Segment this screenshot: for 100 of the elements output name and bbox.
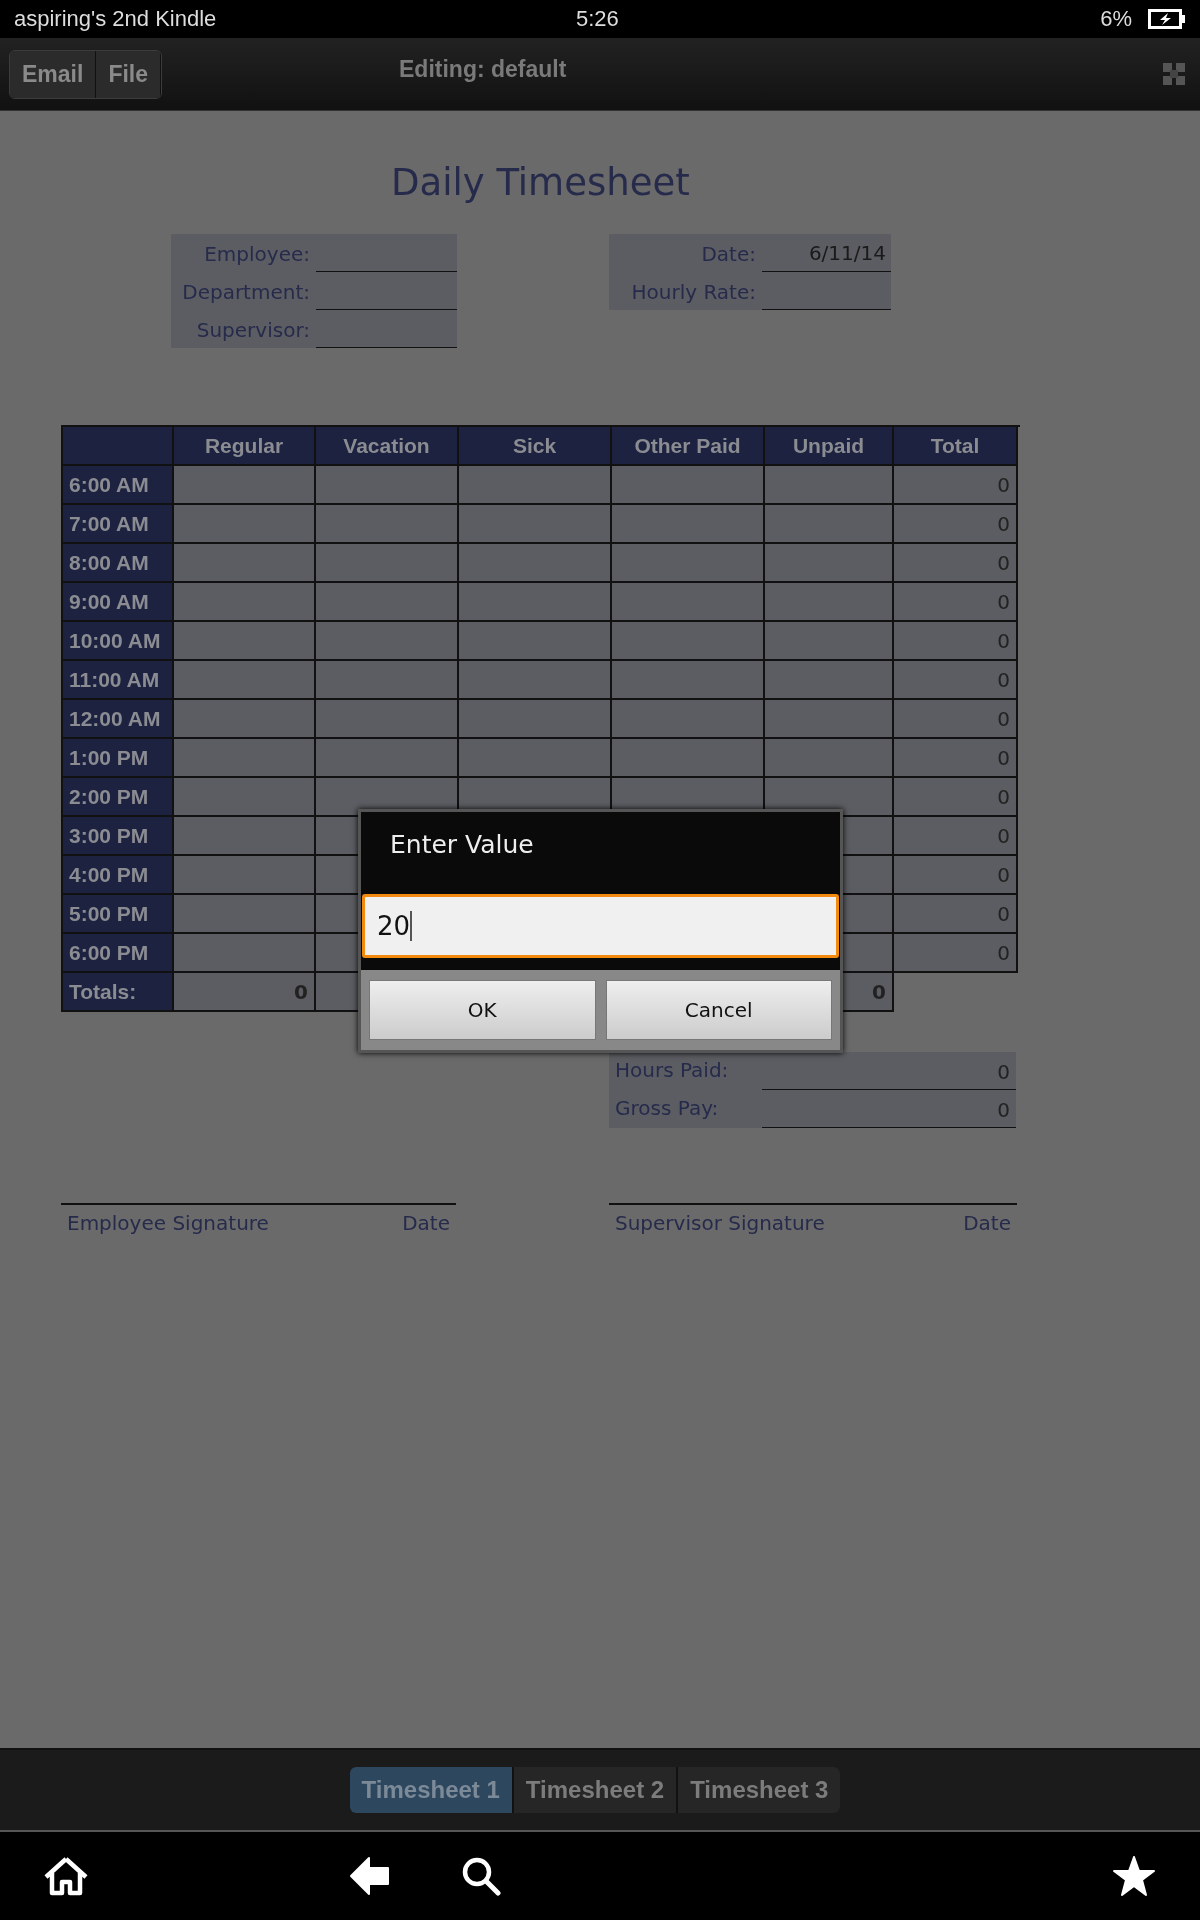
- row-header: 5:00 PM: [63, 895, 174, 934]
- sheet-tab[interactable]: Timesheet 3: [678, 1767, 841, 1813]
- row-header: 12:00 AM: [63, 700, 174, 739]
- column-header: Unpaid: [765, 427, 894, 466]
- row-header: 8:00 AM: [63, 544, 174, 583]
- column-header: Regular: [174, 427, 316, 466]
- date-label: Date: [963, 1211, 1011, 1235]
- table-cell[interactable]: [459, 544, 612, 583]
- table-cell[interactable]: [612, 700, 765, 739]
- table-cell[interactable]: [612, 583, 765, 622]
- table-cell[interactable]: [174, 544, 316, 583]
- table-cell: 0: [894, 466, 1018, 505]
- table-cell[interactable]: [459, 583, 612, 622]
- row-header: 9:00 AM: [63, 583, 174, 622]
- table-cell[interactable]: [459, 661, 612, 700]
- table-cell: 0: [894, 661, 1018, 700]
- row-header: 11:00 AM: [63, 661, 174, 700]
- table-cell[interactable]: [174, 466, 316, 505]
- table-cell: 0: [894, 739, 1018, 778]
- row-header: 1:00 PM: [63, 739, 174, 778]
- table-cell[interactable]: [174, 583, 316, 622]
- row-header: 7:00 AM: [63, 505, 174, 544]
- table-cell[interactable]: [174, 700, 316, 739]
- row-header: 10:00 AM: [63, 622, 174, 661]
- table-cell[interactable]: [765, 739, 894, 778]
- star-icon[interactable]: [1113, 1856, 1155, 1896]
- row-header: 4:00 PM: [63, 856, 174, 895]
- table-cell: 0: [894, 856, 1018, 895]
- table-cell: 0: [894, 622, 1018, 661]
- clock: 5:26: [576, 6, 619, 32]
- table-cell[interactable]: [459, 466, 612, 505]
- table-cell[interactable]: [459, 505, 612, 544]
- grid-icon[interactable]: [1162, 62, 1186, 86]
- battery-icon: [1148, 9, 1186, 29]
- table-cell[interactable]: [316, 739, 459, 778]
- device-name: aspiring's 2nd Kindle: [14, 6, 217, 32]
- table-cell[interactable]: [765, 700, 894, 739]
- column-header: Total: [894, 427, 1018, 466]
- row-header: 2:00 PM: [63, 778, 174, 817]
- table-cell[interactable]: [459, 739, 612, 778]
- signature-label: Employee Signature: [67, 1211, 269, 1235]
- table-cell[interactable]: [174, 505, 316, 544]
- document-title: Editing: default: [399, 56, 567, 83]
- dialog-button[interactable]: Cancel: [605, 980, 832, 1040]
- table-cell[interactable]: [765, 622, 894, 661]
- signature-label: Supervisor Signature: [615, 1211, 825, 1235]
- back-icon[interactable]: [349, 1856, 391, 1896]
- table-cell[interactable]: [174, 856, 316, 895]
- table-cell: 0: [894, 505, 1018, 544]
- table-cell[interactable]: [174, 934, 316, 973]
- row-header: 3:00 PM: [63, 817, 174, 856]
- table-cell[interactable]: [316, 622, 459, 661]
- form-title: Daily Timesheet: [391, 161, 691, 204]
- table-cell[interactable]: [316, 466, 459, 505]
- table-cell[interactable]: [612, 466, 765, 505]
- table-cell[interactable]: [174, 622, 316, 661]
- table-cell[interactable]: [459, 622, 612, 661]
- table-cell[interactable]: [765, 505, 894, 544]
- table-cell[interactable]: [765, 661, 894, 700]
- input-field[interactable]: 20: [362, 894, 839, 958]
- sheet-tab[interactable]: Timesheet 1: [349, 1767, 512, 1813]
- table-cell[interactable]: [316, 544, 459, 583]
- table-cell[interactable]: [174, 817, 316, 856]
- battery-percent: 6%: [1100, 6, 1132, 32]
- table-cell[interactable]: [174, 778, 316, 817]
- table-cell[interactable]: [316, 505, 459, 544]
- table-cell[interactable]: [765, 583, 894, 622]
- date-label: Date: [402, 1211, 450, 1235]
- table-cell[interactable]: [459, 700, 612, 739]
- table-cell[interactable]: [316, 661, 459, 700]
- table-cell: 0: [894, 778, 1018, 817]
- table-cell: 0: [174, 973, 316, 1012]
- table-cell: 0: [894, 583, 1018, 622]
- column-header: Sick: [459, 427, 612, 466]
- summary-value: 0: [762, 1090, 1016, 1128]
- toolbar-button[interactable]: Email: [10, 50, 97, 98]
- table-cell[interactable]: [765, 466, 894, 505]
- table-cell[interactable]: [174, 739, 316, 778]
- table-cell[interactable]: [612, 661, 765, 700]
- table-cell[interactable]: [612, 544, 765, 583]
- table-cell[interactable]: [174, 895, 316, 934]
- toolbar-button[interactable]: File: [96, 50, 161, 98]
- home-icon[interactable]: [43, 1856, 89, 1896]
- table-cell[interactable]: [316, 583, 459, 622]
- table-cell[interactable]: [612, 505, 765, 544]
- column-header: Vacation: [316, 427, 459, 466]
- search-icon[interactable]: [461, 1856, 501, 1896]
- table-cell[interactable]: [765, 544, 894, 583]
- table-cell[interactable]: [316, 700, 459, 739]
- table-cell: 0: [894, 544, 1018, 583]
- table-cell[interactable]: [612, 622, 765, 661]
- dialog-title: Enter Value: [390, 830, 534, 860]
- dialog-button[interactable]: OK: [369, 980, 596, 1040]
- input-field[interactable]: 6/11/14: [762, 235, 891, 272]
- table-cell: 0: [894, 895, 1018, 934]
- sheet-tab[interactable]: Timesheet 2: [513, 1767, 677, 1813]
- row-header: 6:00 PM: [63, 934, 174, 973]
- table-cell: 0: [894, 700, 1018, 739]
- table-cell[interactable]: [612, 739, 765, 778]
- table-cell[interactable]: [174, 661, 316, 700]
